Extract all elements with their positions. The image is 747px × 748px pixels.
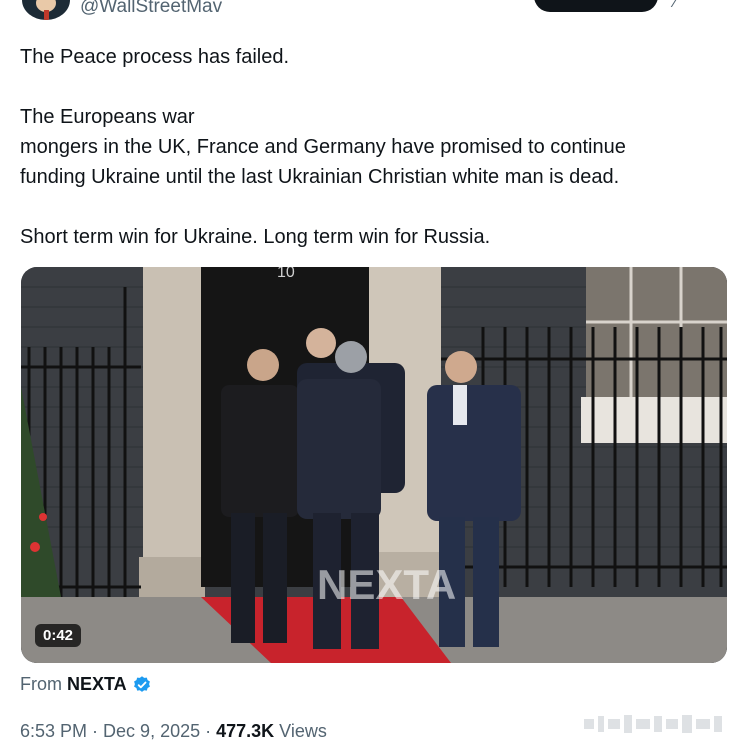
media-source-row: From NEXTA bbox=[20, 674, 152, 695]
follow-button[interactable] bbox=[534, 0, 658, 12]
user-handle[interactable]: @WallStreetMav bbox=[80, 0, 222, 18]
avatar-tie bbox=[44, 10, 49, 20]
views-count: 477.3K bbox=[216, 721, 275, 741]
views-label: Views bbox=[279, 721, 327, 741]
video-watermark: NEXTA bbox=[317, 561, 456, 608]
tweet-date[interactable]: Dec 9, 2025 bbox=[103, 721, 200, 742]
video-player[interactable]: 10 NEXTA 0:42 bbox=[21, 267, 727, 663]
video-frame: 10 NEXTA bbox=[21, 267, 727, 663]
separator-dot: · bbox=[92, 721, 99, 741]
video-duration-badge: 0:42 bbox=[35, 624, 82, 647]
tweet-time[interactable]: 6:53 PM bbox=[20, 721, 87, 742]
tweet-paragraph: Short term win for Ukraine. Long term wi… bbox=[20, 226, 491, 248]
tweet-meta-row: 6:53 PM · Dec 9, 2025 · 477.3K Views bbox=[20, 721, 327, 742]
source-prefix: From bbox=[20, 674, 62, 694]
source-name-link[interactable]: NEXTA bbox=[67, 674, 127, 695]
grok-icon[interactable]: ⁄ bbox=[674, 0, 677, 12]
tweet-paragraph: The Europeans war mongers in the UK, Fra… bbox=[20, 106, 626, 188]
tweet-text: The Peace process has failed. The Europe… bbox=[20, 42, 720, 252]
door-number: 10 bbox=[277, 267, 295, 281]
corner-watermark bbox=[584, 715, 722, 733]
separator-dot: · bbox=[205, 721, 212, 741]
verified-badge-icon bbox=[133, 675, 150, 692]
tweet-paragraph: The Peace process has failed. bbox=[20, 46, 290, 68]
tweet-header: @WallStreetMav ⁄ bbox=[0, 0, 747, 30]
avatar[interactable] bbox=[22, 0, 70, 20]
